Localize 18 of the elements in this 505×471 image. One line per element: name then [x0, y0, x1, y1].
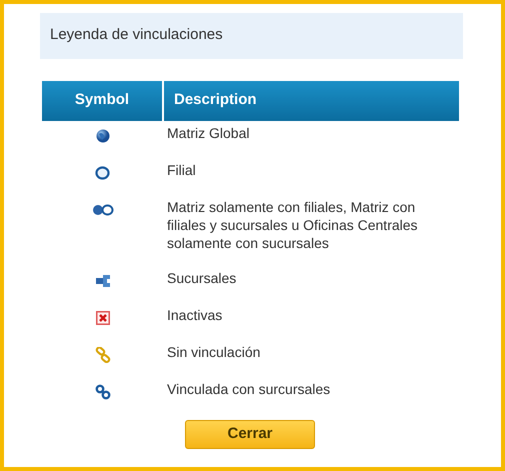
globe-and-ring-icon: [92, 204, 114, 216]
description-text: Matriz solamente con filiales, Matriz con filiales y sucursales u Oficinas Centrales solamente con sucursales: [167, 198, 418, 250]
link-icon: [94, 384, 110, 400]
branch-icon: [94, 274, 110, 288]
description-text: Sucursales: [167, 270, 236, 286]
description-text: Matriz Global: [167, 124, 250, 140]
description-text: Inactivas: [167, 306, 222, 322]
close-button[interactable]: Cerrar: [185, 420, 315, 450]
column-header: Symbol: [42, 80, 163, 120]
ring-icon: [95, 166, 110, 180]
column-header: Description: [163, 80, 459, 120]
description-text: Sin vinculación: [167, 344, 260, 360]
legend-title: Leyenda de vinculaciones: [40, 13, 463, 58]
close-icon: [96, 310, 110, 325]
description-text: Vinculada con surcursales: [167, 380, 330, 397]
description-text: Filial: [167, 162, 196, 178]
link-icon: [94, 346, 110, 363]
globe-icon: [96, 128, 110, 143]
